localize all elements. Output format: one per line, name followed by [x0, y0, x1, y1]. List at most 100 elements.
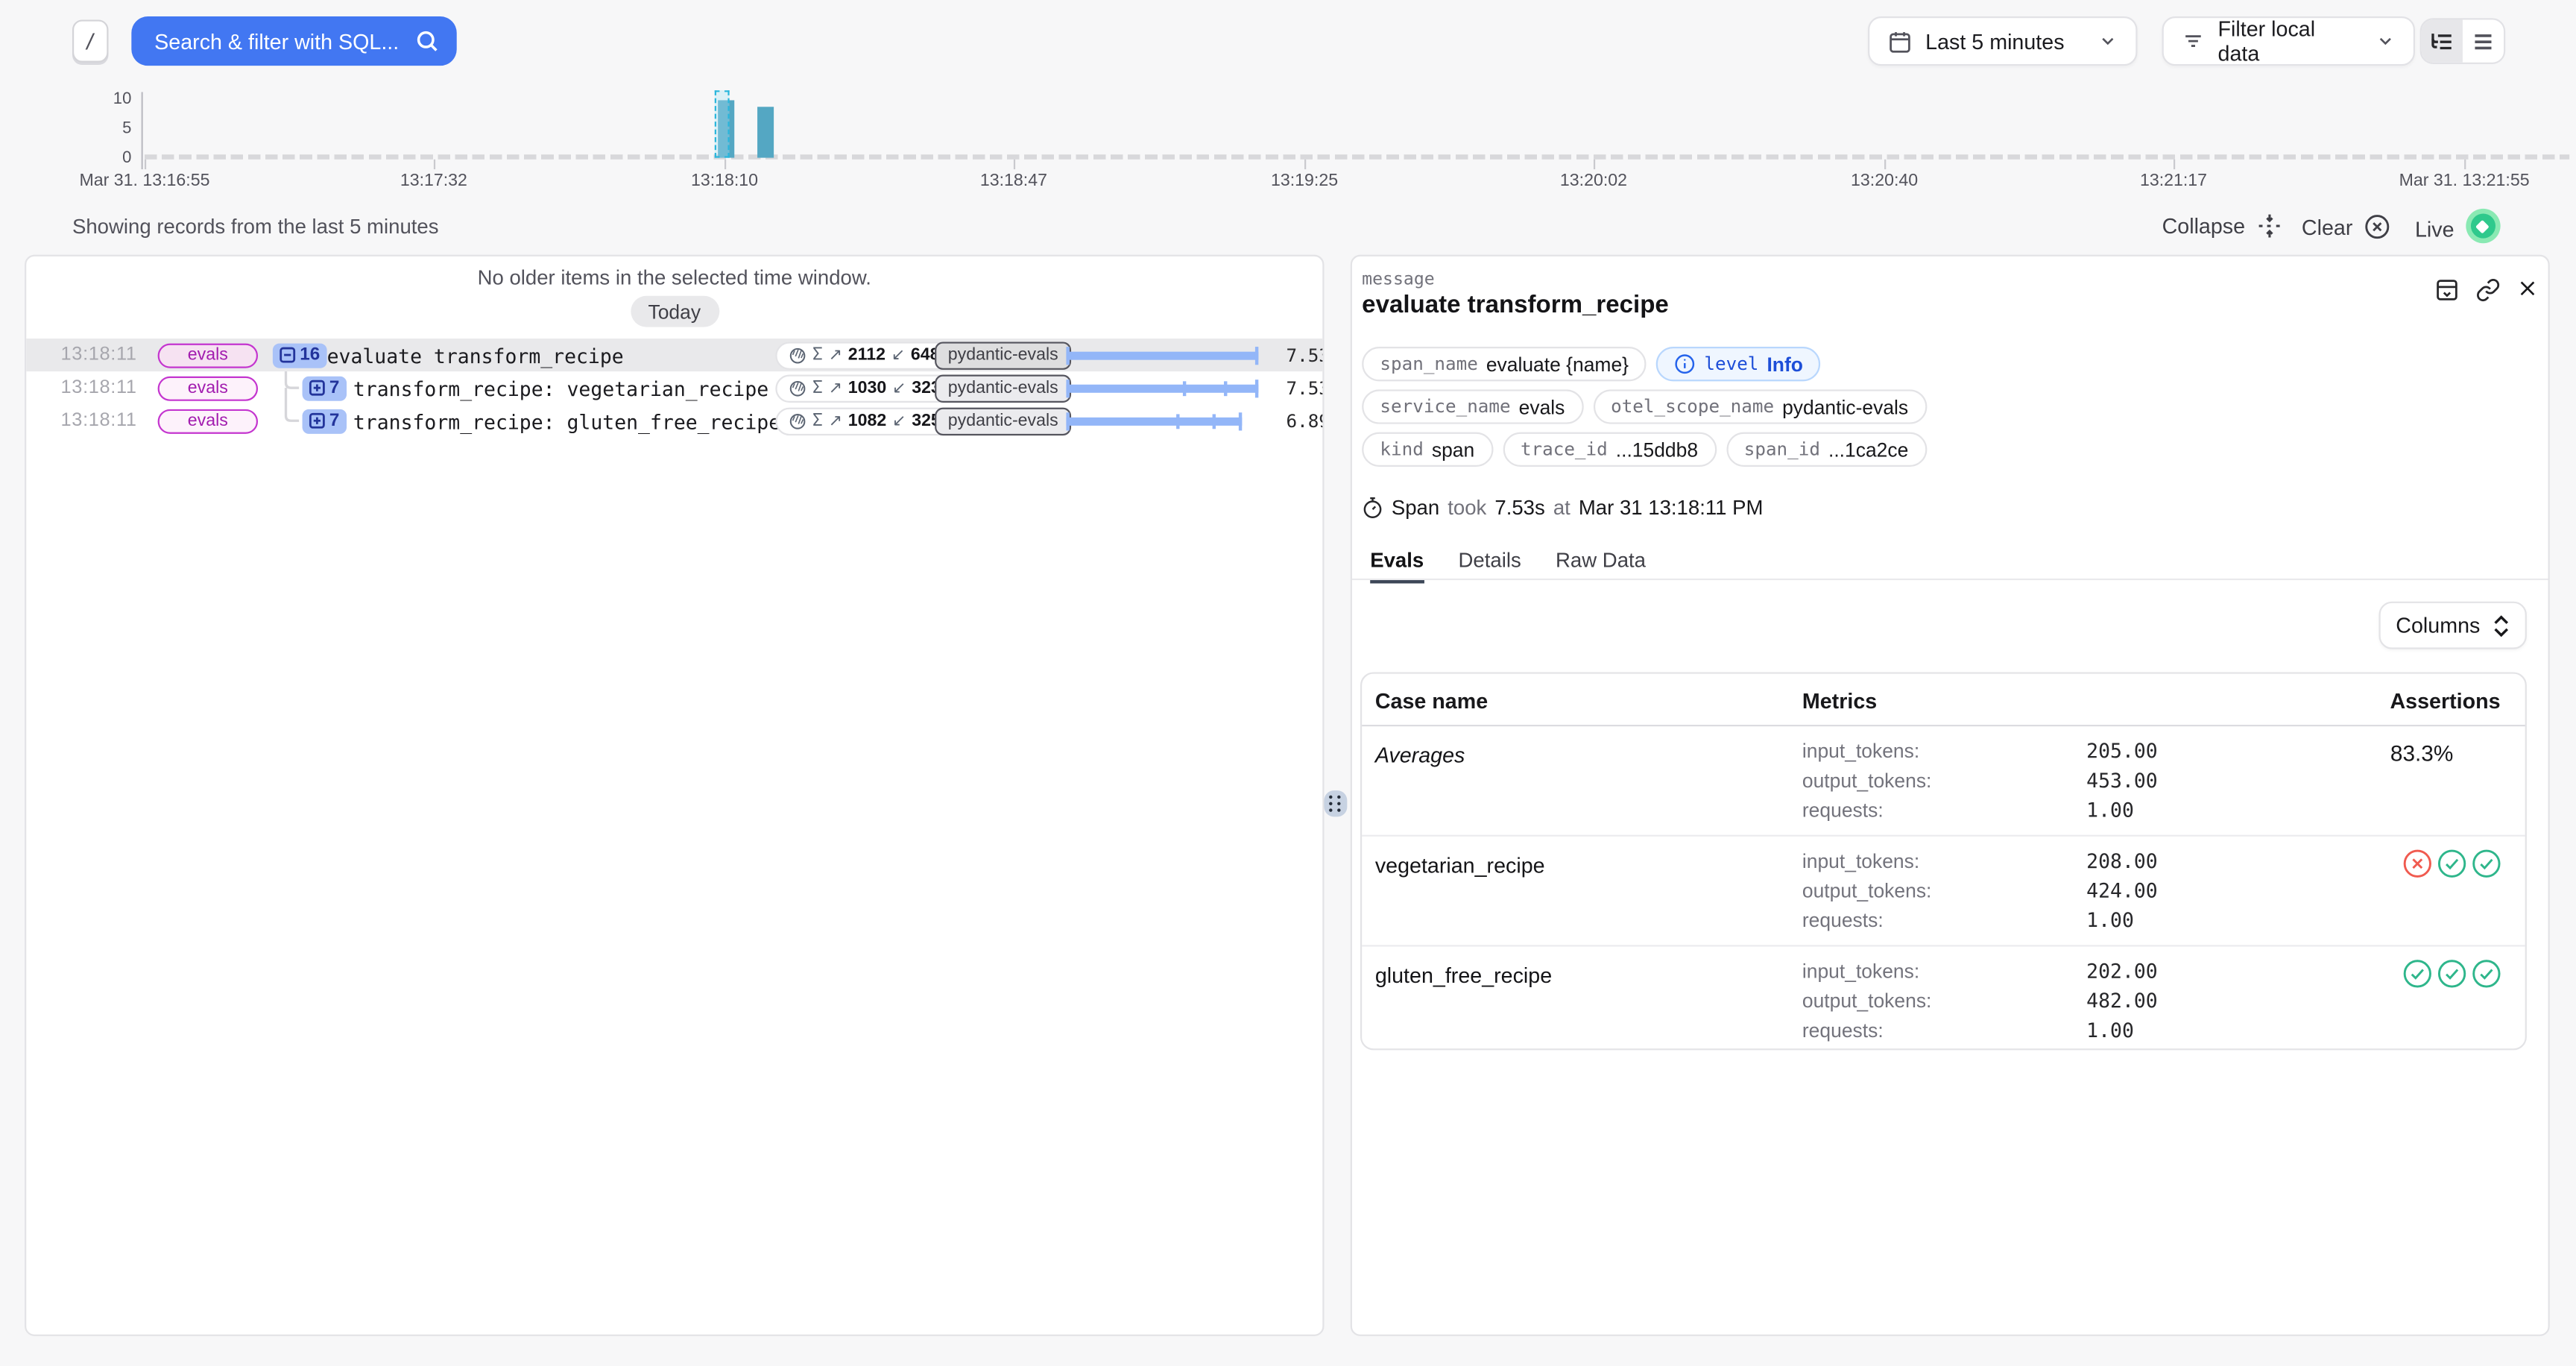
tab-evals[interactable]: Evals: [1370, 549, 1424, 583]
tokens-in-icon: ↗: [829, 412, 842, 429]
metric-label: input_tokens:: [1802, 740, 2086, 763]
sigma-icon: Σ: [812, 411, 823, 430]
tokens-in-icon: ↗: [829, 346, 842, 364]
trace-row[interactable]: 13:18:11 evals 16 evaluate transform_rec…: [26, 339, 1322, 371]
trace-row[interactable]: 13:18:11 evals 7 transform_recipe: glute…: [26, 404, 1322, 437]
collapse-children-toggle[interactable]: 16: [273, 343, 326, 368]
tokens-in-value: 1082: [848, 411, 886, 430]
live-indicator-icon[interactable]: [2466, 209, 2500, 243]
child-count: 7: [329, 378, 340, 397]
x-axis-tick: [2464, 160, 2466, 169]
level-pill[interactable]: level Info: [1657, 347, 1822, 381]
otel-scope-tag[interactable]: pydantic-evals: [935, 407, 1071, 435]
attr-value: evaluate {name}: [1486, 353, 1629, 376]
token-stats-badge[interactable]: Σ ↗1082 ↙325: [775, 407, 953, 435]
metric-value: 208.00: [2086, 850, 2158, 873]
trace-timestamp: 13:18:11: [61, 344, 137, 364]
attr-key: kind: [1380, 438, 1423, 460]
histogram-bar[interactable]: [757, 106, 773, 157]
service-tag-pill[interactable]: evals: [158, 409, 258, 433]
filter-local-data-button[interactable]: Filter local data: [2162, 16, 2415, 66]
expand-children-toggle[interactable]: 7: [303, 376, 347, 400]
case-name: gluten_free_recipe: [1375, 963, 1552, 988]
trace-row[interactable]: 13:18:11 evals 7 transform_recipe: veget…: [26, 371, 1322, 404]
list-view-button[interactable]: [2463, 19, 2504, 62]
tokens-out-icon: ↙: [892, 412, 906, 429]
detail-title: evaluate transform_recipe: [1362, 291, 1669, 318]
search-input[interactable]: Search & filter with SQL...: [131, 16, 456, 66]
service-tag-pill[interactable]: evals: [158, 343, 258, 368]
columns-label: Columns: [2396, 613, 2480, 638]
stopwatch-icon: [1362, 497, 1383, 520]
time-range-button[interactable]: Last 5 minutes: [1868, 16, 2137, 66]
metric-label: output_tokens:: [1802, 879, 2086, 902]
trace-list-panel: No older items in the selected time wind…: [25, 255, 1324, 1336]
showing-records-text: Showing records from the last 5 minutes: [72, 215, 439, 239]
duration-text: 7.53s: [1242, 345, 1324, 367]
attr-key: span_name: [1380, 353, 1477, 375]
attribute-pill[interactable]: kind span: [1362, 432, 1492, 467]
attr-key: service_name: [1380, 396, 1510, 418]
slash-key-label: /: [84, 30, 96, 53]
evals-row-averages[interactable]: Averages input_tokens:205.00 output_toke…: [1362, 726, 2525, 837]
copy-link-icon[interactable]: [2476, 277, 2501, 302]
tab-details[interactable]: Details: [1458, 549, 1521, 583]
span-duration-line: Span took 7.53s at Mar 31 13:18:11 PM: [1362, 497, 1763, 520]
x-axis-label: 13:18:10: [691, 171, 758, 190]
today-pill[interactable]: Today: [630, 296, 719, 327]
attribute-pill[interactable]: otel_scope_name pydantic-evals: [1593, 389, 1927, 424]
attribute-pill[interactable]: trace_id ...15ddb8: [1503, 432, 1717, 467]
filter-icon: [2182, 30, 2205, 53]
tree-view-button[interactable]: [2422, 19, 2463, 62]
x-axis-tick: [1014, 160, 1015, 169]
live-toggle[interactable]: Live: [2415, 209, 2500, 243]
close-icon[interactable]: [2517, 277, 2539, 299]
assertion-pass-icon: [2402, 958, 2433, 989]
otel-scope-tag[interactable]: pydantic-evals: [935, 341, 1071, 368]
span-name[interactable]: evaluate transform_recipe: [327, 344, 624, 368]
info-icon: [1675, 353, 1696, 375]
col-metrics: Metrics: [1802, 689, 1877, 714]
plus-box-icon: [309, 380, 325, 396]
duration-bar[interactable]: [1066, 404, 1242, 437]
duration-bar[interactable]: [1066, 339, 1258, 371]
assertions-percentage: 83.3%: [2390, 741, 2453, 766]
x-axis-tick: [434, 160, 435, 169]
token-stats-badge[interactable]: Σ ↗1030 ↙323: [775, 374, 953, 401]
attr-value: ...1ca2ce: [1828, 438, 1908, 461]
duration-bar[interactable]: [1066, 371, 1258, 404]
x-axis-label: Mar 31. 13:21:55: [2399, 171, 2530, 190]
attribute-pill[interactable]: span_id ...1ca2ce: [1726, 432, 1927, 467]
span-name[interactable]: transform_recipe: gluten_free_recipe: [353, 410, 780, 433]
token-stats-badge[interactable]: Σ ↗2112 ↙648: [775, 341, 953, 368]
attr-key: trace_id: [1521, 438, 1608, 460]
col-case-name: Case name: [1375, 689, 1488, 714]
clear-button[interactable]: Clear: [2302, 214, 2390, 240]
attr-key: otel_scope_name: [1611, 396, 1774, 418]
otel-scope-tag[interactable]: pydantic-evals: [935, 374, 1071, 401]
view-mode-toggle: [2420, 18, 2506, 64]
assertion-fail-icon: [2402, 848, 2433, 879]
assertion-results: [2402, 958, 2501, 989]
attribute-pill[interactable]: service_name evals: [1362, 389, 1582, 424]
attr-value: Info: [1767, 353, 1802, 376]
tab-raw-data[interactable]: Raw Data: [1556, 549, 1646, 583]
collapse-button[interactable]: Collapse: [2162, 214, 2282, 239]
span-name[interactable]: transform_recipe: vegetarian_recipe: [353, 377, 768, 400]
chevron-down-icon: [2375, 31, 2395, 51]
evals-row-vegetarian[interactable]: vegetarian_recipe input_tokens:208.00 ou…: [1362, 837, 2525, 947]
attr-key: span_id: [1744, 438, 1820, 460]
x-axis-label: 13:21:17: [2140, 171, 2207, 190]
time-range-label: Last 5 minutes: [1925, 29, 2064, 54]
columns-button[interactable]: Columns: [2379, 602, 2527, 649]
panel-resize-handle[interactable]: [1324, 790, 1347, 816]
dock-panel-icon[interactable]: [2434, 277, 2459, 302]
evals-row-gluten-free[interactable]: gluten_free_recipe input_tokens:202.00 o…: [1362, 947, 2525, 1055]
service-tag-pill[interactable]: evals: [158, 376, 258, 400]
attribute-pill[interactable]: span_name evaluate {name}: [1362, 347, 1647, 381]
expand-children-toggle[interactable]: 7: [303, 409, 347, 433]
timeline-selection-box[interactable]: [715, 90, 730, 157]
slash-shortcut-key[interactable]: /: [72, 19, 108, 62]
attribute-row: span_name evaluate {name} level Info: [1362, 347, 1821, 381]
list-view-icon: [2471, 29, 2496, 54]
